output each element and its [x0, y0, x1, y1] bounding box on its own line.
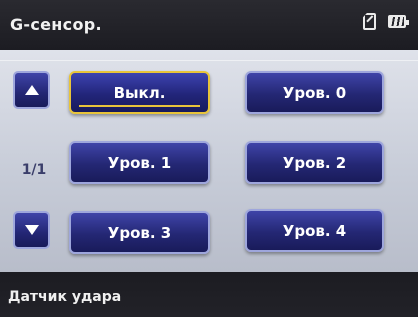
page-title: G-сенсор.: [10, 15, 102, 34]
option-level-4-button[interactable]: Уров. 4: [245, 209, 384, 252]
page-indicator: 1/1: [21, 162, 47, 178]
option-level-1-button[interactable]: Уров. 1: [69, 141, 210, 184]
page-down-button[interactable]: [13, 211, 50, 249]
option-level-0-button[interactable]: Уров. 0: [245, 71, 384, 114]
divider: [0, 60, 418, 61]
page-up-button[interactable]: [13, 71, 50, 109]
option-level-2-button[interactable]: Уров. 2: [245, 141, 384, 184]
arrow-up-icon: [24, 85, 39, 95]
arrow-down-icon: [24, 225, 39, 235]
sd-card-icon: [363, 13, 376, 30]
battery-icon: [388, 15, 409, 28]
option-off-button[interactable]: Выкл.: [69, 71, 210, 114]
status-text: Датчик удара: [8, 289, 122, 305]
option-level-3-button[interactable]: Уров. 3: [69, 211, 210, 254]
